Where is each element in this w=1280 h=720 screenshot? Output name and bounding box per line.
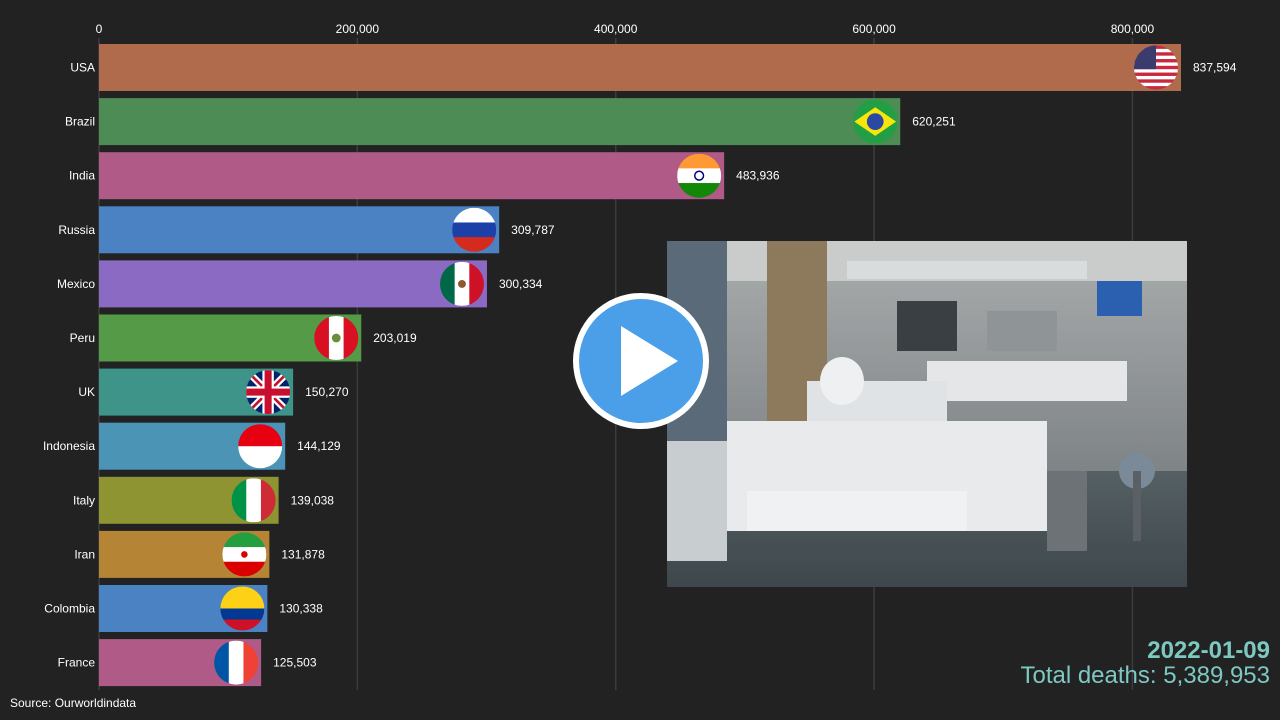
uk-flag-icon bbox=[246, 370, 291, 415]
bar bbox=[99, 206, 500, 254]
value-label: 139,038 bbox=[291, 493, 335, 507]
bar-row: Iran 131,878 bbox=[74, 530, 325, 578]
category-label: Mexico bbox=[57, 277, 95, 291]
category-label: Iran bbox=[74, 547, 95, 561]
value-label: 300,334 bbox=[499, 277, 543, 291]
bar-row: USA 837,594 bbox=[70, 44, 1237, 91]
play-icon bbox=[573, 293, 709, 429]
category-label: France bbox=[58, 656, 96, 670]
category-label: Indonesia bbox=[43, 439, 95, 453]
value-label: 203,019 bbox=[373, 331, 417, 345]
bar bbox=[99, 152, 725, 200]
brazil-flag-icon bbox=[853, 99, 898, 144]
colombia-flag-icon bbox=[220, 586, 265, 631]
bar-row: UK 150,270 bbox=[78, 368, 349, 416]
bar bbox=[99, 98, 901, 146]
bar-row: Indonesia 144,129 bbox=[43, 422, 341, 470]
value-label: 620,251 bbox=[912, 115, 956, 129]
x-axis-ticks: 0 200,000 400,000 600,000 800,000 bbox=[96, 22, 1155, 36]
value-label: 130,338 bbox=[279, 602, 323, 616]
category-label: Colombia bbox=[44, 602, 95, 616]
bar-row: Mexico 300,334 bbox=[57, 260, 543, 308]
usa-flag-icon bbox=[1134, 45, 1178, 90]
x-tick-label: 600,000 bbox=[852, 22, 896, 36]
category-label: UK bbox=[78, 385, 95, 399]
value-label: 483,936 bbox=[736, 169, 780, 183]
total-deaths-label: Total deaths: 5,389,953 bbox=[1020, 662, 1270, 689]
bar bbox=[99, 260, 487, 308]
bar-row: Peru 203,019 bbox=[70, 314, 417, 362]
category-label: Russia bbox=[58, 223, 95, 237]
x-tick-label: 400,000 bbox=[594, 22, 638, 36]
category-label: USA bbox=[70, 61, 95, 75]
bar bbox=[99, 44, 1181, 91]
value-label: 837,594 bbox=[1193, 61, 1237, 75]
bar-row: France 125,503 bbox=[58, 639, 317, 687]
x-tick-label: 200,000 bbox=[336, 22, 380, 36]
date-label: 2022-01-09 bbox=[1147, 637, 1270, 664]
bar-row: Italy 139,038 bbox=[73, 476, 335, 524]
value-label: 125,503 bbox=[273, 656, 317, 670]
value-label: 144,129 bbox=[297, 439, 341, 453]
bar-row: Brazil 620,251 bbox=[65, 98, 956, 146]
category-label: Brazil bbox=[65, 115, 95, 129]
x-tick-label: 800,000 bbox=[1111, 22, 1155, 36]
category-label: Peru bbox=[70, 331, 95, 345]
value-label: 131,878 bbox=[281, 547, 325, 561]
category-label: Italy bbox=[73, 493, 95, 507]
source-label: Source: Ourworldindata bbox=[10, 696, 137, 710]
play-button[interactable] bbox=[568, 288, 714, 434]
x-tick-label: 0 bbox=[96, 22, 103, 36]
category-label: India bbox=[69, 169, 95, 183]
bar-row: Colombia 130,338 bbox=[44, 585, 323, 632]
hospital-ward-photo bbox=[667, 241, 1187, 587]
video-thumbnail[interactable] bbox=[667, 241, 1187, 587]
bar-row: Russia 309,787 bbox=[58, 206, 555, 254]
value-label: 150,270 bbox=[305, 385, 349, 399]
bar-row: India 483,936 bbox=[69, 152, 780, 200]
value-label: 309,787 bbox=[511, 223, 555, 237]
